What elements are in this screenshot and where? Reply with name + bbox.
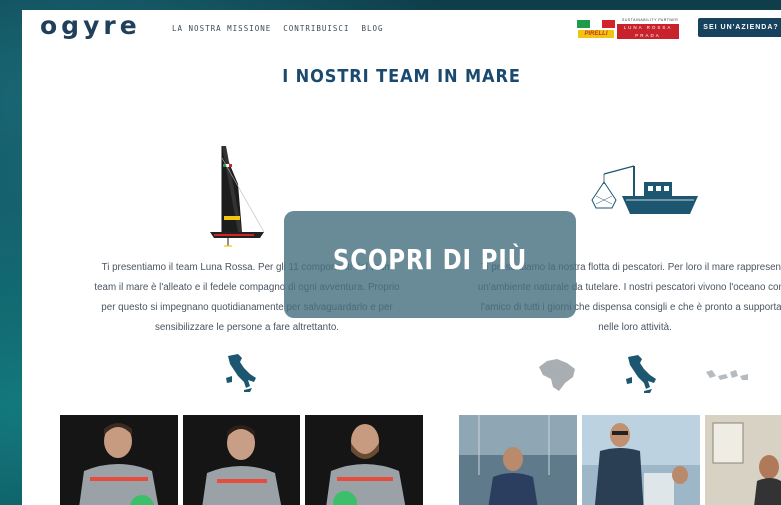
italian-flag-icon [577,20,616,28]
fisherman-photo[interactable] [582,415,700,505]
sailor-portrait [202,425,282,505]
fisherman-photo[interactable] [459,415,577,505]
crew-member-photo[interactable] [60,415,178,505]
page-title: I NOSTRI TEAM IN MARE [282,66,521,87]
luna-rossa-wordmark: LUNA ROSSA [623,25,673,30]
partner-caption: SUSTAINABILITY PARTNER [622,18,679,22]
right-text-line: nelle loro attività. [598,322,672,333]
sailboat-illustration [210,146,265,247]
fisherman-photo[interactable] [705,415,781,505]
indonesia-map-icon[interactable] [704,368,750,384]
sustainability-partner-logo[interactable]: SUSTAINABILITY PARTNER PIRELLI LUNA ROSS… [577,18,679,40]
pirelli-wordmark: PIRELLI [578,30,614,38]
nav-item-blog[interactable]: BLOG [361,24,383,33]
luna-rossa-prada-logo: LUNA ROSSA PRADA [617,23,679,39]
sailor-portrait [326,424,406,505]
site-header: ogyre LA NOSTRA MISSIONE CONTRIBUISCI BL… [22,10,781,46]
prada-wordmark: PRADA [635,33,661,38]
pirelli-logo: PIRELLI [577,20,616,38]
nav-item-mission[interactable]: LA NOSTRA MISSIONE [172,24,271,33]
main-nav: LA NOSTRA MISSIONE CONTRIBUISCI BLOG [172,24,384,33]
brazil-map-icon[interactable] [537,357,577,393]
fisherman-portrait [705,415,781,505]
discover-more-label[interactable]: SCOPRI DI PIÙ [310,243,549,276]
ogyre-logo[interactable]: ogyre [40,11,141,40]
left-text-line: sensibilizzare le persone a fare altrett… [154,322,340,333]
italy-map-icon[interactable] [622,353,660,393]
nav-item-contribute[interactable]: CONTRIBUISCI [283,24,349,33]
fishing-boat-illustration [591,165,698,214]
crew-member-photo[interactable] [305,415,423,505]
crew-member-photo[interactable] [183,415,300,505]
web-page: ogyre LA NOSTRA MISSIONE CONTRIBUISCI BL… [22,10,781,505]
discover-more-overlay[interactable]: SCOPRI DI PIÙ [284,211,576,318]
business-cta-button[interactable]: SEI UN'AZIENDA? [698,18,781,37]
sailor-portrait [79,423,159,505]
fisherman-portrait [582,415,700,505]
fisherman-portrait [459,415,577,505]
italy-map-icon[interactable] [222,352,260,392]
